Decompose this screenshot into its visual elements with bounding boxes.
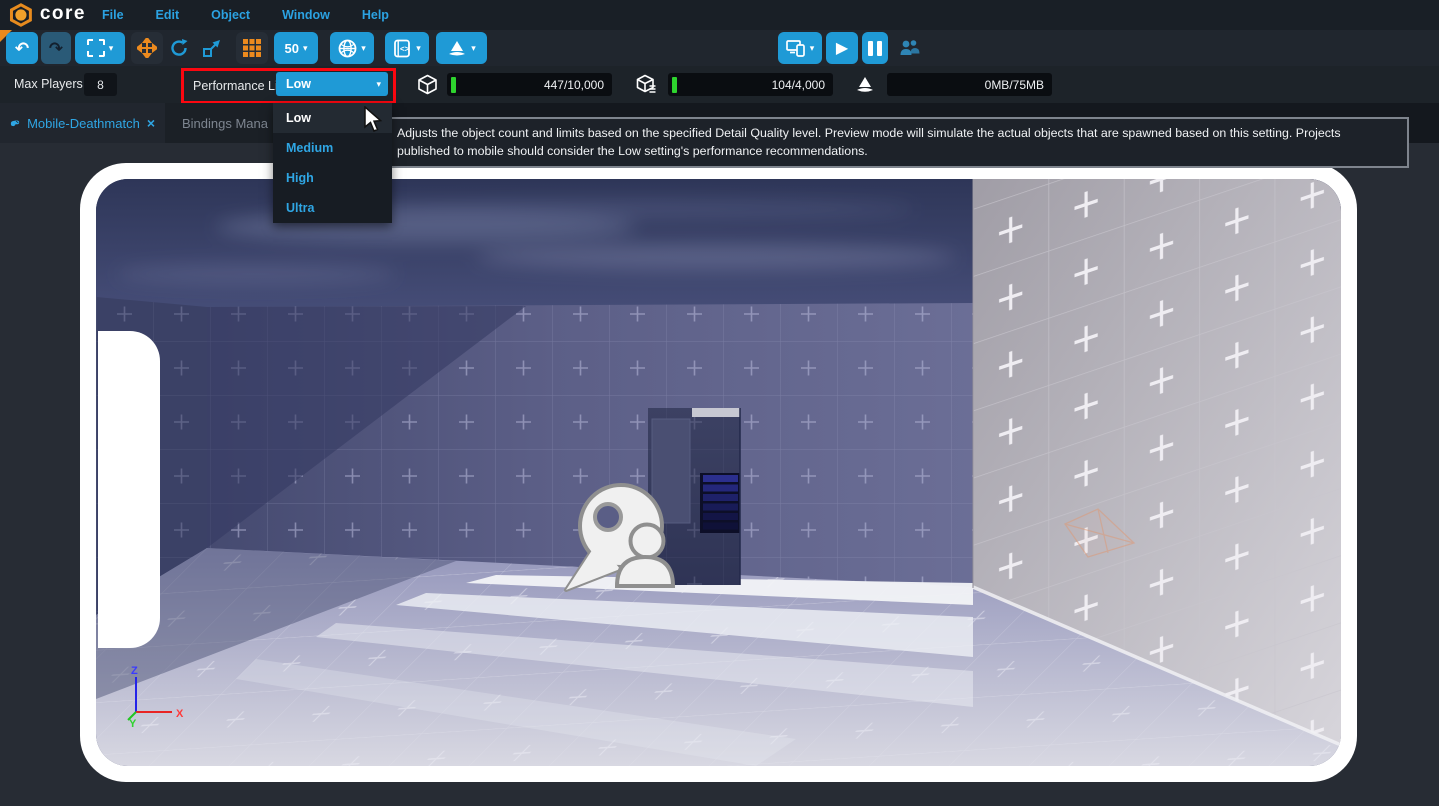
menu-file[interactable]: File xyxy=(91,8,135,22)
scene-3d[interactable]: Z X Y xyxy=(96,179,1341,766)
axis-y-label: Y xyxy=(129,718,137,730)
scale-tool-button[interactable] xyxy=(196,32,228,64)
performance-limits-tooltip: Adjusts the object count and limits base… xyxy=(385,117,1409,168)
tab-bindings-manager[interactable]: Bindings Mana xyxy=(165,103,277,143)
device-preview-dropdown[interactable]: ▾ xyxy=(778,32,822,64)
mobile-device-frame: Z X Y xyxy=(80,163,1357,782)
axis-x-label: X xyxy=(176,708,184,720)
pause-icon xyxy=(868,41,882,56)
core-logo[interactable]: core xyxy=(8,2,86,28)
grid-size-dropdown[interactable]: 50 ▾ xyxy=(274,32,318,64)
chevron-down-icon: ▾ xyxy=(361,44,366,53)
chevron-down-icon: ▾ xyxy=(376,80,381,89)
chevron-down-icon: ▾ xyxy=(810,44,815,53)
script-book-icon: <> xyxy=(393,39,412,58)
terrain-size-value: 0MB/75MB xyxy=(887,78,1052,92)
spawn-hole xyxy=(595,504,621,530)
networked-object-count-value: 104/4,000 xyxy=(677,78,833,92)
terrain-size-icon xyxy=(854,74,876,94)
device-notch xyxy=(98,331,160,648)
axis-z-label: Z xyxy=(131,665,138,677)
object-count-meter: 447/10,000 xyxy=(447,73,612,96)
tab-mobile-deathmatch[interactable]: Mobile-Deathmatch × xyxy=(0,103,165,143)
object-count-icon xyxy=(417,74,438,95)
tab-label: Mobile-Deathmatch xyxy=(27,116,140,131)
tab-close-icon[interactable]: × xyxy=(147,115,155,131)
chevron-down-icon: ▾ xyxy=(303,44,308,53)
max-players-input[interactable]: 8 xyxy=(84,73,117,96)
pause-button[interactable] xyxy=(862,32,888,64)
building-block[interactable] xyxy=(648,408,740,585)
world-space-dropdown[interactable]: ▾ xyxy=(330,32,374,64)
selection-mode-button[interactable]: ▾ xyxy=(75,32,125,64)
terrain-icon xyxy=(447,39,467,57)
menu-option-medium[interactable]: Medium xyxy=(273,133,392,163)
performance-limits-highlight-box: Performance Limits: Low ▾ xyxy=(181,68,396,104)
viewport[interactable]: Z X Y xyxy=(0,143,1439,806)
globe-icon xyxy=(338,39,357,58)
max-players-label: Max Players xyxy=(14,77,83,91)
networked-object-count-meter: 104/4,000 xyxy=(668,73,833,96)
move-icon xyxy=(137,38,157,58)
redo-button[interactable]: ↷ xyxy=(41,32,71,64)
multiplayer-people-icon xyxy=(898,38,920,58)
menu-object[interactable]: Object xyxy=(200,8,261,22)
redo-icon: ↷ xyxy=(49,40,63,57)
chevron-down-icon: ▾ xyxy=(416,44,421,53)
script-dropdown[interactable]: <> ▾ xyxy=(385,32,429,64)
multiplayer-preview-button[interactable] xyxy=(894,32,924,64)
terrain-dropdown[interactable]: ▾ xyxy=(436,32,487,64)
svg-text:<>: <> xyxy=(400,44,410,53)
scene-tab-icon xyxy=(10,115,20,132)
menu-option-high[interactable]: High xyxy=(273,163,392,193)
chevron-down-icon: ▾ xyxy=(471,44,476,53)
grid-snap-button[interactable] xyxy=(236,32,268,64)
terrain-size-meter: 0MB/75MB xyxy=(887,73,1052,96)
play-icon: ▶ xyxy=(836,38,848,58)
object-count-value: 447/10,000 xyxy=(456,78,612,92)
spawn-person-body xyxy=(617,557,673,586)
grid-size-value: 50 xyxy=(285,41,299,56)
scale-icon xyxy=(202,38,222,58)
menu-edit[interactable]: Edit xyxy=(145,8,191,22)
undo-button[interactable]: ↶ xyxy=(6,32,38,64)
undo-icon: ↶ xyxy=(15,40,29,57)
chevron-down-icon: ▾ xyxy=(109,44,114,53)
logo-text: core xyxy=(40,3,86,25)
menu-window[interactable]: Window xyxy=(271,8,341,22)
menu-option-ultra[interactable]: Ultra xyxy=(273,193,392,223)
grid-snap-icon xyxy=(243,39,261,57)
performance-limits-value: Low xyxy=(286,77,376,91)
rotate-tool-button[interactable] xyxy=(163,32,195,64)
menu-bar: core File Edit Object Window Help xyxy=(0,0,1439,30)
settings-bar: Max Players 8 Performance Limits: Low ▾ … xyxy=(0,66,1439,103)
core-logo-icon xyxy=(8,2,34,28)
spawn-person-head xyxy=(631,525,664,558)
performance-limits-dropdown[interactable]: Low ▾ xyxy=(276,72,388,96)
rotate-icon xyxy=(169,38,189,58)
play-button[interactable]: ▶ xyxy=(826,32,858,64)
mouse-cursor xyxy=(363,106,383,134)
main-toolbar: ↶ ↷ ▾ xyxy=(0,30,1439,66)
devices-icon xyxy=(786,39,806,57)
networked-object-count-icon xyxy=(636,74,657,95)
move-tool-button[interactable] xyxy=(131,32,163,64)
menu-help[interactable]: Help xyxy=(351,8,400,22)
viewport-scene: Z X Y xyxy=(96,179,1341,766)
tab-label: Bindings Mana xyxy=(182,116,268,131)
selection-mode-icon xyxy=(87,39,105,57)
